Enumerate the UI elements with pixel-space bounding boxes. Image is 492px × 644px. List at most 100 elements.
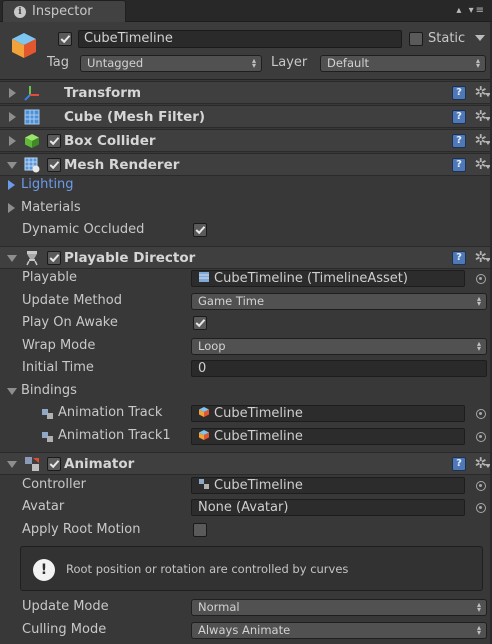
update-mode-value: Normal (198, 600, 240, 614)
component-title: Mesh Renderer (64, 157, 180, 173)
dynamic-occluded-checkbox[interactable] (193, 223, 207, 237)
timeline-asset-icon (199, 272, 209, 282)
static-checkbox[interactable] (409, 32, 423, 46)
gear-icon[interactable]: ✲ (474, 248, 491, 266)
fold-open-icon[interactable] (7, 162, 17, 169)
play-on-awake-label: Play On Awake (22, 315, 118, 330)
layer-label: Layer (271, 55, 308, 70)
update-method-dropdown[interactable]: Game Time ▴ ▾ (191, 293, 487, 310)
update-mode-label: Update Mode (22, 599, 109, 614)
wrap-mode-value: Loop (198, 339, 226, 353)
playable-field[interactable]: CubeTimeline (TimelineAsset) (191, 270, 465, 287)
bindings-fold-icon[interactable] (7, 388, 17, 395)
animation-track-icon (42, 409, 53, 419)
materials-foldout[interactable]: Materials (21, 199, 81, 217)
culling-mode-dropdown[interactable]: Always Animate ▴ ▾ (191, 622, 487, 639)
binding-value: CubeTimeline (214, 406, 303, 421)
help-icon[interactable]: ? (452, 158, 466, 172)
gear-icon[interactable]: ✲ (474, 155, 491, 173)
dynamic-occluded-label: Dynamic Occluded (22, 222, 145, 237)
wrap-mode-dropdown[interactable]: Loop ▴ ▾ (191, 338, 487, 355)
initial-time-label: Initial Time (22, 360, 94, 375)
controller-value: CubeTimeline (214, 478, 303, 493)
fold-closed-icon[interactable] (9, 88, 16, 98)
name-field[interactable]: CubeTimeline (78, 30, 402, 48)
tag-value: Untagged (87, 56, 144, 70)
avatar-field[interactable]: None (Avatar) (191, 499, 465, 516)
help-icon[interactable]: ? (452, 457, 466, 471)
object-picker-icon[interactable] (476, 274, 486, 284)
help-icon[interactable]: ? (452, 251, 466, 265)
binding-object-field[interactable]: CubeTimeline (191, 405, 465, 422)
controller-field[interactable]: CubeTimeline (191, 477, 465, 494)
apply-root-motion-checkbox[interactable] (193, 523, 207, 537)
tab-menu-icon[interactable]: ▴ ▾≡ (456, 5, 486, 16)
fold-open-icon[interactable] (7, 461, 17, 468)
gear-icon[interactable]: ✲ (474, 83, 491, 101)
lighting-fold-icon[interactable] (8, 180, 15, 190)
updown-icon: ▴ ▾ (475, 56, 480, 70)
tab-title: Inspector (32, 4, 93, 19)
component-transform[interactable]: Transform ? ✲ (0, 81, 492, 104)
gear-icon[interactable]: ✲ (474, 454, 491, 472)
gameobject-cube-icon (199, 407, 209, 417)
wrap-mode-label: Wrap Mode (22, 338, 96, 353)
playable-label: Playable (22, 270, 77, 285)
initial-time-field[interactable]: 0 (191, 360, 487, 377)
component-box-collider[interactable]: Box Collider ? ✲ (0, 129, 492, 152)
info-icon: i (14, 5, 26, 18)
lighting-foldout[interactable]: Lighting (21, 176, 74, 194)
playable-director-icon (26, 251, 38, 266)
object-picker-icon[interactable] (476, 503, 486, 513)
tag-label: Tag (47, 55, 70, 70)
gear-icon[interactable]: ✲ (474, 107, 491, 125)
component-mesh-filter[interactable]: Cube (Mesh Filter) ? ✲ (0, 105, 492, 128)
transform-icon (24, 86, 39, 101)
gear-icon[interactable]: ✲ (474, 131, 491, 149)
static-dropdown-icon[interactable] (475, 35, 485, 41)
update-method-value: Game Time (198, 294, 265, 308)
binding-value: CubeTimeline (214, 429, 303, 444)
cube-icon (12, 33, 36, 58)
component-title: Transform (64, 85, 142, 101)
updown-icon: ▴ ▾ (476, 600, 481, 614)
gameobject-header: CubeTimeline Static Tag Untagged ▴ ▾ Laye… (0, 22, 492, 80)
component-playable-director[interactable]: Playable Director ? ✲ (0, 246, 492, 269)
enabled-checkbox[interactable] (47, 457, 61, 471)
object-picker-icon[interactable] (476, 409, 486, 419)
layer-value: Default (327, 56, 370, 70)
fold-closed-icon[interactable] (9, 136, 16, 146)
animator-icon (25, 457, 39, 471)
updown-icon: ▴ ▾ (251, 56, 256, 70)
enabled-checkbox[interactable] (47, 158, 61, 172)
tag-dropdown[interactable]: Untagged ▴ ▾ (80, 55, 262, 72)
help-icon[interactable]: ? (452, 86, 466, 100)
static-label: Static (428, 31, 466, 46)
warning-icon: ! (33, 559, 55, 581)
enabled-checkbox[interactable] (47, 134, 61, 148)
avatar-label: Avatar (22, 499, 65, 514)
playable-value: CubeTimeline (TimelineAsset) (214, 271, 408, 286)
help-icon[interactable]: ? (452, 110, 466, 124)
mesh-grid-icon (24, 109, 40, 125)
component-mesh-renderer[interactable]: Mesh Renderer ? ✲ (0, 153, 492, 176)
fold-closed-icon[interactable] (9, 112, 16, 122)
tab-inspector[interactable]: i Inspector (2, 0, 126, 22)
help-icon[interactable]: ? (452, 134, 466, 148)
controller-label: Controller (22, 477, 86, 492)
active-checkbox[interactable] (58, 32, 72, 46)
enabled-checkbox[interactable] (47, 251, 61, 265)
fold-open-icon[interactable] (7, 255, 17, 262)
binding-object-field[interactable]: CubeTimeline (191, 428, 465, 445)
update-mode-dropdown[interactable]: Normal ▴ ▾ (191, 599, 487, 616)
object-picker-icon[interactable] (476, 432, 486, 442)
play-on-awake-checkbox[interactable] (193, 316, 207, 330)
culling-mode-value: Always Animate (198, 623, 291, 637)
object-picker-icon[interactable] (476, 481, 486, 491)
bindings-foldout[interactable]: Bindings (21, 382, 77, 400)
binding-track-label: Animation Track1 (58, 428, 171, 443)
component-animator[interactable]: Animator ? ✲ (0, 452, 492, 475)
materials-fold-icon[interactable] (8, 203, 15, 213)
mesh-renderer-icon (24, 157, 40, 173)
layer-dropdown[interactable]: Default ▴ ▾ (320, 55, 486, 72)
